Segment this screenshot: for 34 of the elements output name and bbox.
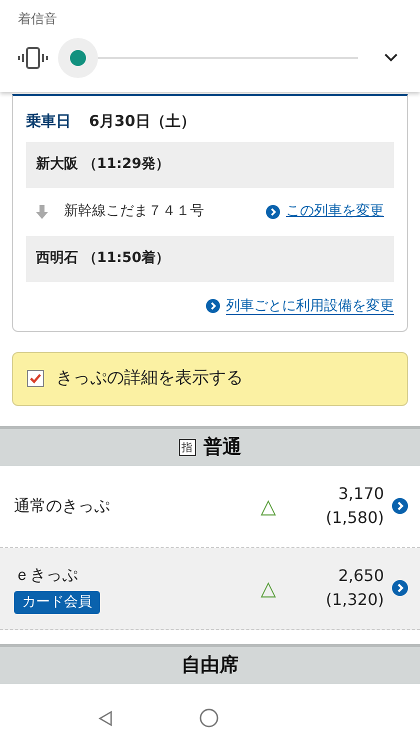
volume-slider[interactable] bbox=[58, 38, 358, 78]
vibrate-icon[interactable] bbox=[18, 46, 48, 70]
ticket-row[interactable]: ｅきっぷ カード会員 △ 2,650 (1,320) bbox=[0, 548, 420, 630]
child-fare-price: (1,580) bbox=[326, 507, 384, 529]
train-name: 新幹線こだま７４１号 bbox=[64, 202, 205, 221]
travel-date: 6月30日（土） bbox=[89, 111, 196, 132]
checkbox[interactable] bbox=[27, 370, 44, 387]
availability-mark: △ bbox=[260, 493, 276, 520]
chevron-right-icon bbox=[206, 299, 220, 313]
date-label: 乗車日 bbox=[26, 111, 71, 132]
ticket-name: 通常のきっぷ bbox=[14, 495, 110, 517]
section-title: 自由席 bbox=[182, 652, 238, 678]
fare-price: 3,170 bbox=[338, 483, 384, 505]
details-toggle[interactable]: きっぷの詳細を表示する bbox=[12, 352, 408, 406]
child-fare-price: (1,320) bbox=[326, 589, 384, 611]
availability-mark: △ bbox=[260, 575, 276, 602]
change-facility-link[interactable]: 列車ごとに利用設備を変更 bbox=[226, 296, 394, 316]
chevron-down-icon[interactable] bbox=[384, 53, 398, 62]
member-tag: カード会員 bbox=[14, 590, 100, 614]
ticket-name: ｅきっぷ bbox=[14, 564, 78, 586]
reserved-seat-badge: 指 bbox=[178, 438, 196, 456]
ticket-row[interactable]: 通常のきっぷ △ 3,170 (1,580) bbox=[0, 466, 420, 548]
panel-title: 着信音 bbox=[18, 11, 58, 29]
back-icon[interactable] bbox=[98, 710, 113, 726]
arrow-down-icon bbox=[36, 204, 48, 218]
home-icon[interactable] bbox=[199, 708, 219, 728]
chevron-right-icon bbox=[392, 498, 408, 514]
chevron-right-icon bbox=[392, 580, 408, 596]
section-title: 普通 bbox=[204, 434, 242, 460]
arrival-station: 西明石 （11:50着） bbox=[26, 236, 394, 282]
chevron-right-icon bbox=[266, 204, 280, 218]
fare-price: 2,650 bbox=[338, 565, 384, 587]
departure-station: 新大阪 （11:29発） bbox=[26, 142, 394, 188]
toggle-label: きっぷの詳細を表示する bbox=[56, 366, 243, 390]
